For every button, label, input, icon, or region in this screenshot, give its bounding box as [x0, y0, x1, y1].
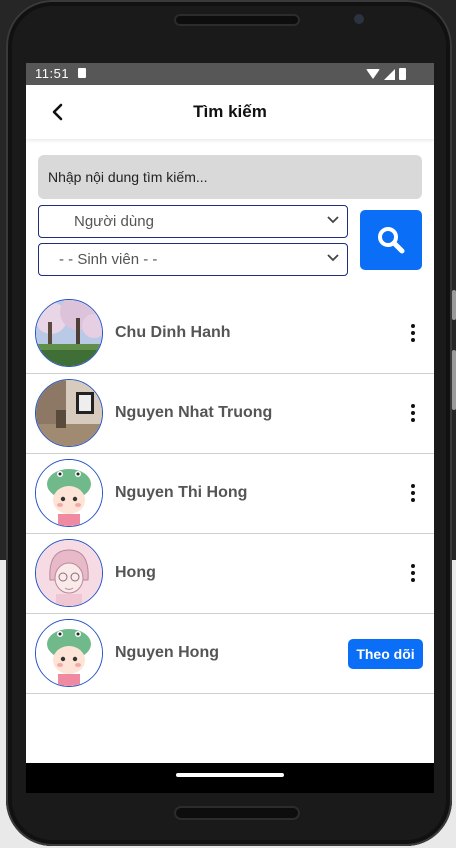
sd-card-icon [78, 68, 86, 78]
speaker-bottom [174, 806, 300, 820]
status-bar: 11:51 [26, 63, 434, 85]
list-item[interactable]: Nguyen Hong Theo dõi [26, 614, 434, 694]
follow-button[interactable]: Theo dõi [348, 639, 423, 669]
search-icon [378, 227, 405, 254]
role-select[interactable]: - - Sinh viên - - [38, 243, 348, 276]
user-name[interactable]: Chu Dinh Hanh [115, 324, 231, 342]
user-type-select[interactable]: Người dùng [38, 205, 348, 238]
avatar[interactable] [35, 619, 103, 687]
volume-button[interactable] [452, 290, 456, 320]
front-camera [354, 14, 364, 24]
role-value: - - Sinh viên - - [59, 251, 158, 268]
battery-icon [399, 68, 406, 80]
app-screen: 11:51 Tìm kiếm Người dùng - - Sinh viên … [26, 63, 434, 763]
chevron-down-icon [327, 216, 339, 224]
user-results-list: Chu Dinh Hanh Nguyen Nhat Truong Nguyen … [26, 294, 434, 694]
search-input[interactable] [38, 155, 422, 199]
user-name[interactable]: Nguyen Nhat Truong [115, 404, 272, 422]
user-name[interactable]: Nguyen Thi Hong [115, 484, 247, 502]
status-time: 11:51 [35, 66, 70, 81]
user-type-value: Người dùng [74, 213, 154, 230]
more-vertical-icon[interactable] [407, 404, 419, 424]
user-name[interactable]: Nguyen Hong [115, 644, 219, 662]
user-name[interactable]: Hong [115, 564, 156, 582]
wifi-icon [366, 69, 380, 79]
list-item[interactable]: Nguyen Nhat Truong [26, 374, 434, 454]
list-item[interactable]: Nguyen Thi Hong [26, 454, 434, 534]
search-button[interactable] [360, 210, 422, 270]
avatar[interactable] [35, 299, 103, 367]
avatar[interactable] [35, 539, 103, 607]
avatar[interactable] [35, 379, 103, 447]
avatar[interactable] [35, 459, 103, 527]
chevron-down-icon [327, 254, 339, 262]
page-title: Tìm kiếm [193, 102, 267, 121]
power-button[interactable] [452, 350, 456, 410]
more-vertical-icon[interactable] [407, 564, 419, 584]
home-indicator[interactable] [176, 773, 284, 777]
app-bar: Tìm kiếm [26, 85, 434, 139]
more-vertical-icon[interactable] [407, 324, 419, 344]
system-nav-bar [26, 763, 434, 793]
list-item[interactable]: Hong [26, 534, 434, 614]
more-vertical-icon[interactable] [407, 484, 419, 504]
speaker-top [174, 14, 300, 26]
signal-icon [384, 68, 395, 80]
list-item[interactable]: Chu Dinh Hanh [26, 294, 434, 374]
